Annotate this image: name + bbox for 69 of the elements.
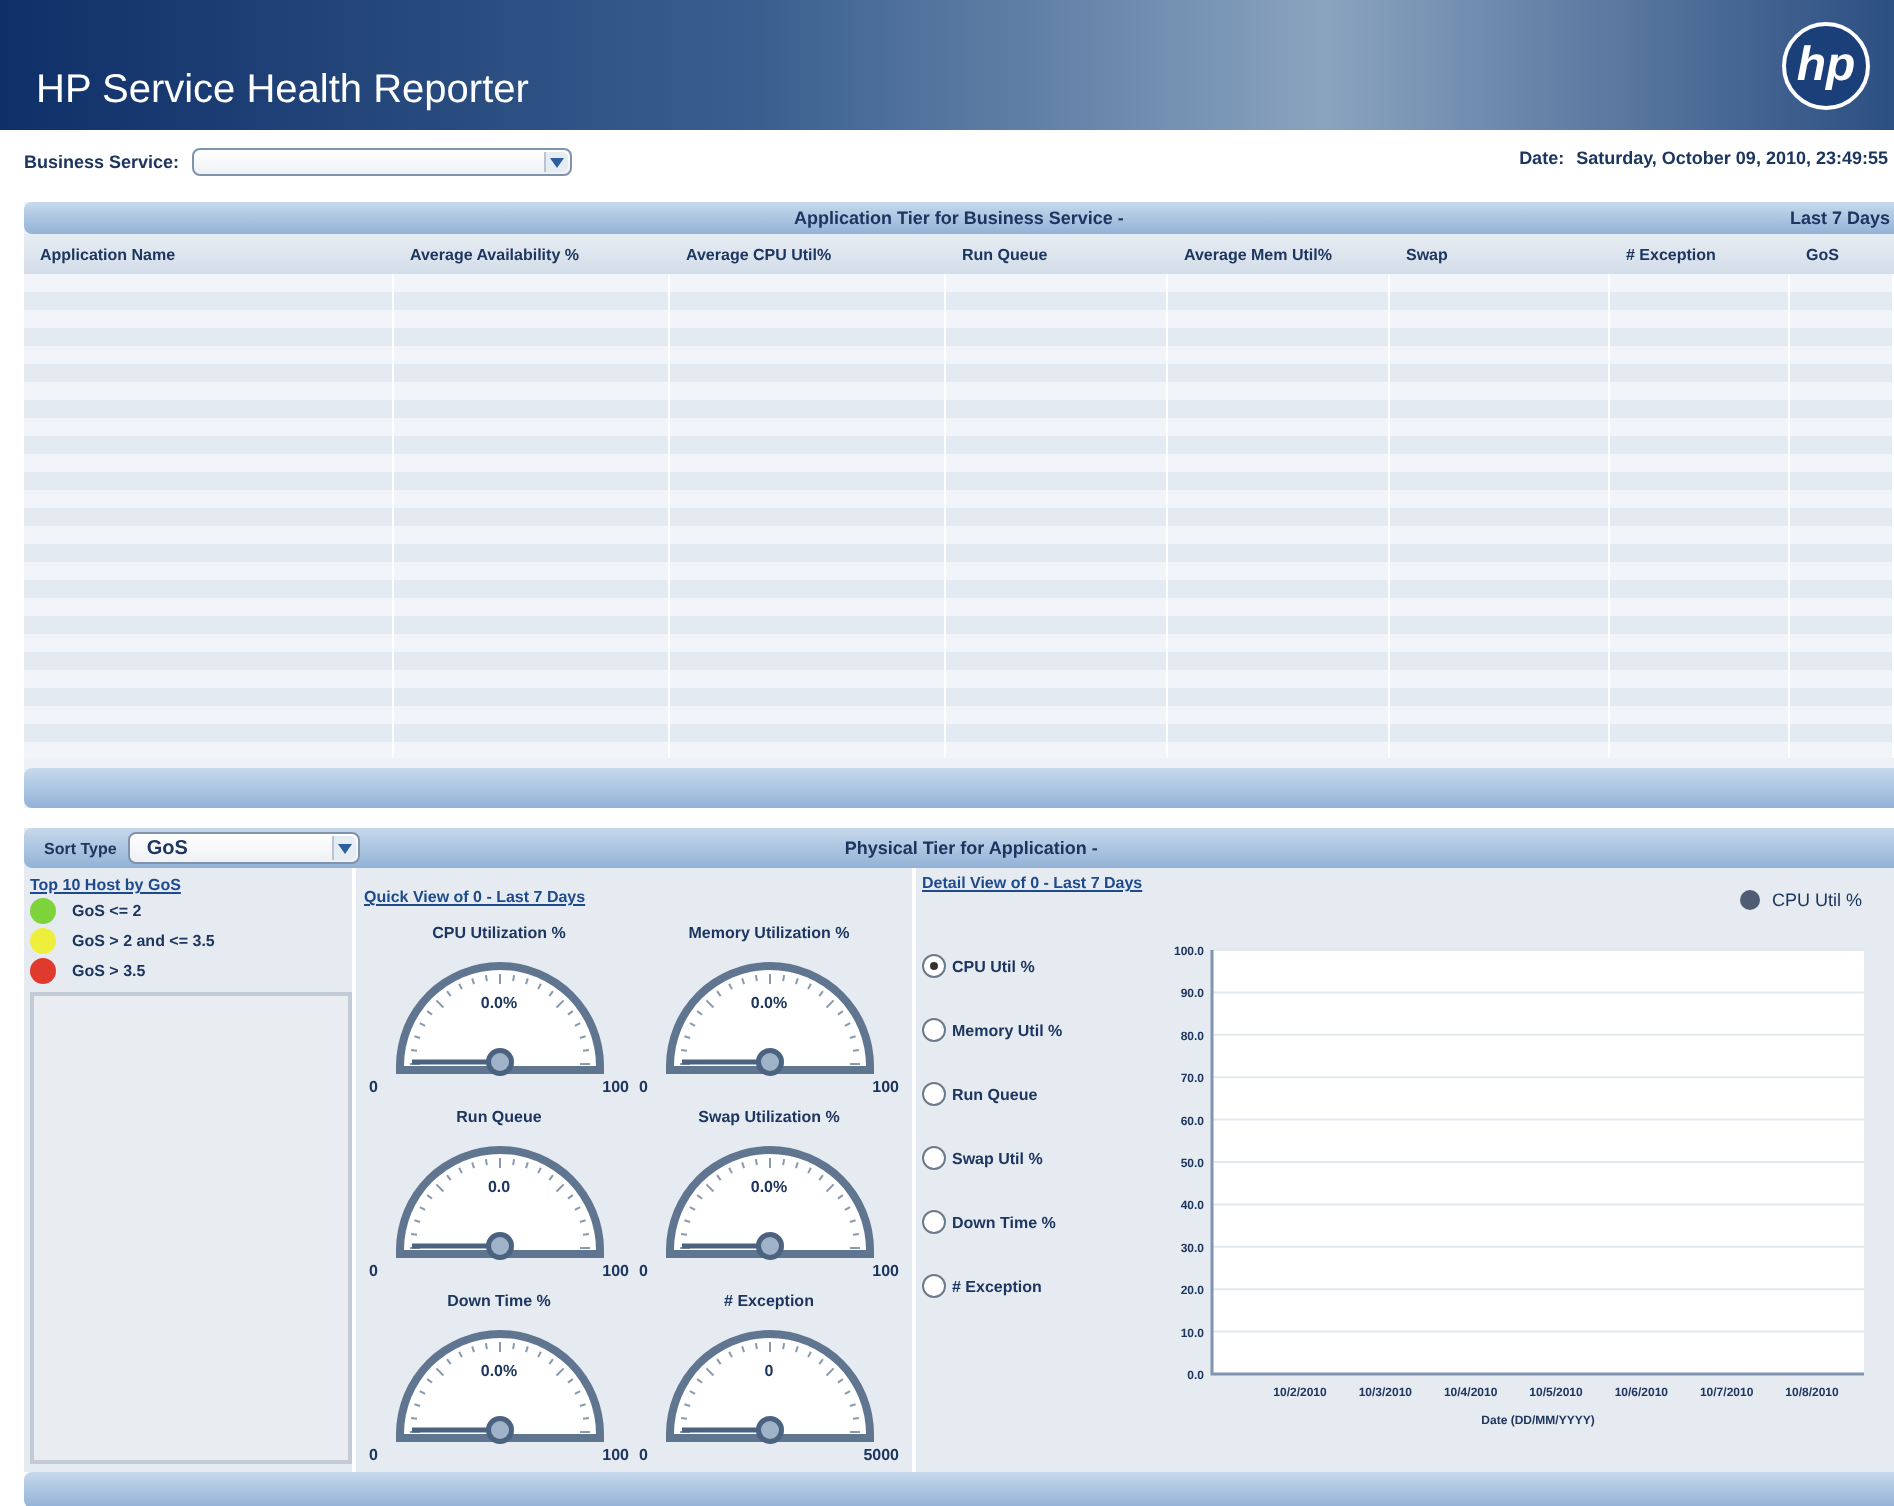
column-header[interactable]: Average Availability %	[394, 245, 670, 263]
column-header[interactable]: Average CPU Util%	[670, 245, 946, 263]
metric-radio-option[interactable]: Swap Util %	[922, 1146, 1112, 1170]
legend-label: GoS > 3.5	[72, 962, 146, 980]
metric-radio-option[interactable]: CPU Util %	[922, 954, 1112, 978]
gauge-needle	[681, 1416, 783, 1444]
date-label: Date:	[1519, 148, 1565, 168]
range-label: Last 7 Days	[1789, 208, 1890, 228]
gauge-min-label: 0	[369, 1078, 378, 1096]
gauge-title: CPU Utilization %	[432, 924, 566, 942]
column-header[interactable]: Run Queue	[946, 245, 1168, 263]
gauge-min-label: 0	[369, 1446, 378, 1464]
gauge-max-label: 100	[872, 1262, 899, 1280]
date-value: Saturday, October 09, 2010, 23:49:55	[1576, 148, 1888, 168]
metric-radio-option[interactable]: Down Time %	[922, 1210, 1112, 1234]
sort-type-label: Sort Type	[44, 839, 117, 857]
app-title: HP Service Health Reporter	[36, 68, 529, 114]
gauge-max-label: 100	[872, 1078, 899, 1096]
legend-label: GoS > 2 and <= 3.5	[72, 932, 215, 950]
gauge-needle	[411, 1232, 513, 1260]
gauge-needle	[411, 1416, 513, 1444]
gauge-reading: 0	[762, 1362, 776, 1380]
column-header[interactable]: Application Name	[24, 245, 394, 263]
business-service-dropdown[interactable]	[191, 148, 572, 176]
gauge-title: Swap Utilization %	[698, 1108, 840, 1126]
dropdown-arrow-icon[interactable]	[543, 152, 568, 172]
quick-view-link[interactable]: Quick View of 0 - Last 7 Days	[364, 888, 586, 906]
gauge-max-label: 100	[602, 1262, 629, 1280]
gauge-needle	[681, 1232, 783, 1260]
metric-radio-option[interactable]: Memory Util %	[922, 1018, 1112, 1042]
metric-radio-option[interactable]: # Exception	[922, 1274, 1112, 1298]
radio-icon[interactable]	[922, 1274, 946, 1298]
panel-title: Physical Tier for Application -	[844, 838, 1098, 858]
gauge-min-label: 0	[369, 1262, 378, 1280]
legend-label: GoS <= 2	[72, 902, 142, 920]
hosts-title-link[interactable]: Top 10 Host by GoS	[30, 876, 352, 894]
gauge-max-label: 100	[602, 1078, 629, 1096]
column-header[interactable]: Swap	[1390, 245, 1610, 263]
detail-view-link[interactable]: Detail View of 0 - Last 7 Days	[922, 874, 1143, 892]
gauge-reading: 0.0%	[478, 1362, 520, 1380]
radio-icon[interactable]	[922, 1018, 946, 1042]
gauge-reading: 0.0%	[478, 994, 520, 1012]
gauge-min-label: 0	[639, 1262, 648, 1280]
legend-label: CPU Util %	[1771, 890, 1862, 910]
business-service-label: Business Service:	[24, 152, 180, 172]
radio-icon[interactable]	[922, 1146, 946, 1170]
gauge-needle	[411, 1048, 513, 1076]
metric-radio-option[interactable]: Run Queue	[922, 1082, 1112, 1106]
radio-icon[interactable]	[922, 954, 946, 978]
gauge-min-label: 0	[639, 1078, 648, 1096]
radio-icon[interactable]	[922, 1210, 946, 1234]
gauge-max-label: 5000	[863, 1446, 899, 1464]
gauge-needle	[681, 1048, 783, 1076]
gauge-title: # Exception	[724, 1292, 814, 1310]
gauge-reading: 0.0%	[748, 1178, 790, 1196]
logo: hp	[1782, 21, 1870, 109]
gauge-reading: 0.0%	[748, 994, 790, 1012]
gauge-title: Down Time %	[447, 1292, 551, 1310]
column-header[interactable]: GoS	[1790, 245, 1894, 263]
gauge-title: Run Queue	[456, 1108, 542, 1126]
sort-type-dropdown[interactable]: GoS	[128, 832, 361, 864]
column-header[interactable]: Average Mem Util%	[1168, 245, 1390, 263]
gauge-max-label: 100	[602, 1446, 629, 1464]
gauge-min-label: 0	[639, 1446, 648, 1464]
panel-title: Application Tier for Business Service -	[794, 208, 1124, 228]
column-header[interactable]: # Exception	[1610, 245, 1790, 263]
radio-icon[interactable]	[922, 1082, 946, 1106]
gauge-reading: 0.0	[485, 1178, 513, 1196]
gauge-title: Memory Utilization %	[688, 924, 850, 942]
